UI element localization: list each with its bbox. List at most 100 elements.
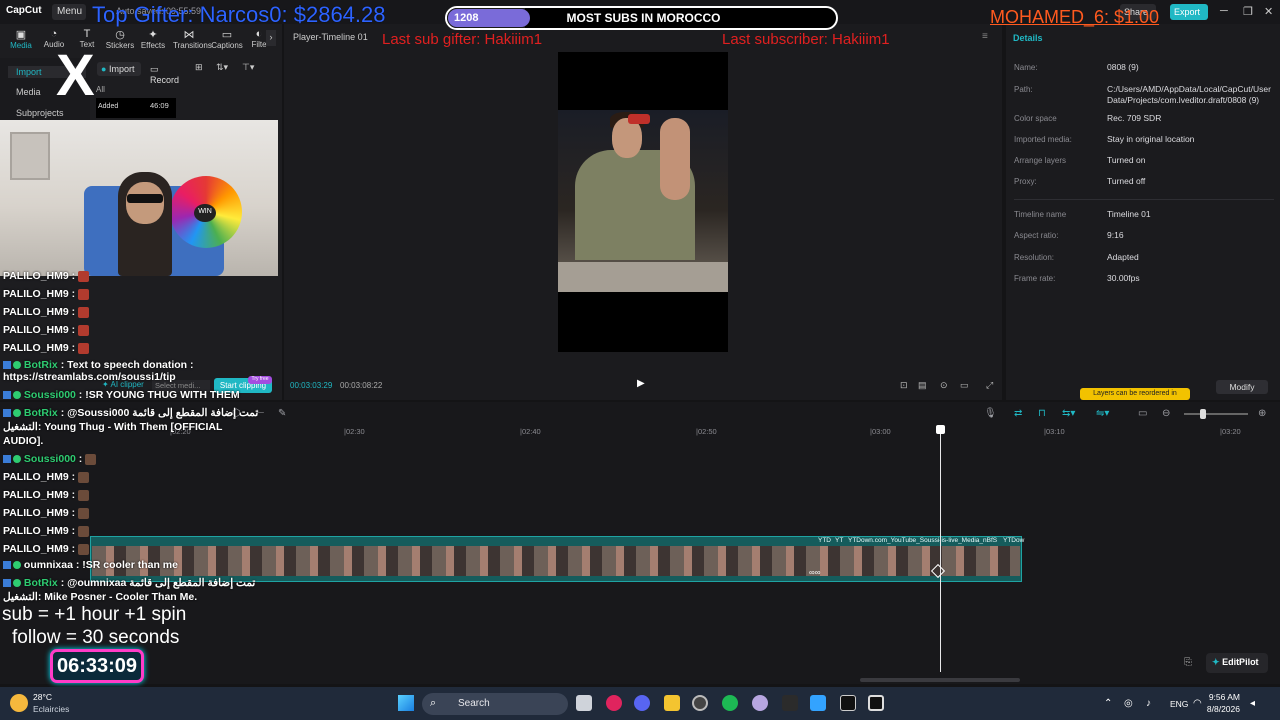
clip-label: YTDown.com_YouTube_Soussi-is-live_Media_… bbox=[848, 537, 998, 544]
emote-icon bbox=[78, 306, 90, 318]
language-indicator[interactable]: ENG bbox=[1170, 699, 1188, 709]
sidebar-item-media[interactable]: Media bbox=[16, 87, 41, 97]
snapshot-icon[interactable]: ⊙ bbox=[940, 380, 948, 391]
status-dot-icon bbox=[13, 409, 21, 418]
capcut-active-icon[interactable] bbox=[868, 695, 884, 711]
windows-start-icon[interactable] bbox=[398, 695, 414, 711]
maximize-icon[interactable]: ❐ bbox=[1243, 5, 1253, 18]
play-icon[interactable]: ▶ bbox=[637, 378, 645, 389]
caption-icon[interactable]: ▭ bbox=[1138, 408, 1147, 419]
filter-all[interactable]: All bbox=[96, 85, 105, 94]
taskbar-search[interactable]: Search bbox=[422, 693, 568, 715]
menu-button[interactable]: Menu bbox=[52, 4, 86, 20]
chat-username: PALILO_HM9 bbox=[3, 525, 69, 537]
chat-text: : bbox=[71, 471, 76, 483]
volume-icon[interactable]: ◂ bbox=[1250, 698, 1255, 709]
video-bottle bbox=[628, 114, 650, 124]
ruler-tick: |03:00 bbox=[870, 427, 891, 436]
tray-chevron-icon[interactable]: ⌃ bbox=[1104, 698, 1112, 709]
tab-effects[interactable]: ✦ Effects bbox=[137, 28, 169, 50]
chat-text: التشغيل: Young Thug - With Them [OFFICIA… bbox=[3, 421, 223, 433]
clock-date[interactable]: 8/8/2026 bbox=[1200, 704, 1240, 714]
capcut-icon[interactable] bbox=[840, 695, 856, 711]
zoom-out-icon[interactable]: ⊖ bbox=[1162, 408, 1170, 419]
badge-icon bbox=[3, 561, 11, 570]
app-icon[interactable] bbox=[752, 695, 768, 711]
chat-username: BotRix bbox=[23, 359, 58, 371]
tab-captions[interactable]: ▭ Captions bbox=[211, 28, 243, 50]
tray-app-icon[interactable]: ◎ bbox=[1124, 698, 1133, 709]
chat-username: BotRix bbox=[23, 577, 58, 589]
app-icon-2[interactable] bbox=[810, 695, 826, 711]
status-dot-icon bbox=[13, 455, 21, 464]
tray-mic-icon[interactable]: ♪ bbox=[1146, 698, 1151, 709]
import-button[interactable]: ● Import bbox=[97, 62, 141, 76]
text-icon: T bbox=[83, 28, 91, 40]
grid-view-icon[interactable]: ⊞ bbox=[195, 62, 203, 73]
tab-media[interactable]: ▣ Media bbox=[5, 28, 37, 50]
zoom-in-icon[interactable]: ⊕ bbox=[1258, 408, 1266, 419]
task-view-icon[interactable] bbox=[576, 695, 592, 711]
fullscreen-compare-icon[interactable]: ⊡ bbox=[900, 380, 908, 391]
aspect-icon[interactable]: ▭ bbox=[960, 380, 969, 391]
tab-stickers[interactable]: ◷ Stickers bbox=[104, 28, 136, 50]
zoom-slider-handle[interactable] bbox=[1200, 409, 1206, 419]
close-icon[interactable]: ✕ bbox=[1264, 5, 1273, 18]
chat-text: : bbox=[71, 507, 76, 519]
record-icon: ▭ bbox=[150, 64, 159, 74]
chat-username: Soussi000 bbox=[23, 389, 76, 401]
weather-temp[interactable]: 28°C bbox=[33, 692, 52, 702]
timeline-scrollbar[interactable] bbox=[860, 678, 1020, 682]
discord-icon[interactable] bbox=[634, 695, 650, 711]
webcam-window bbox=[10, 132, 50, 180]
emote-icon bbox=[85, 453, 97, 465]
status-dot-icon bbox=[13, 391, 21, 400]
chat-message: PALILO_HM9 : bbox=[3, 471, 90, 483]
file-explorer-icon[interactable] bbox=[664, 695, 680, 711]
weather-desc[interactable]: Eclaircies bbox=[33, 704, 69, 714]
preview-axis-icon[interactable]: ⇋▾ bbox=[1096, 408, 1109, 419]
chat-message: PALILO_HM9 : bbox=[3, 324, 90, 336]
fullscreen-icon[interactable]: ⤢ bbox=[986, 380, 993, 391]
minimize-icon[interactable]: ─ bbox=[1220, 5, 1228, 17]
spin-wheel-hub: WIN bbox=[194, 204, 216, 222]
emote-icon bbox=[78, 543, 90, 555]
chat-text: : @Soussi000 تمت إضافة المقطع إلى قائمة bbox=[60, 407, 259, 419]
clip-label: YT bbox=[835, 537, 844, 544]
obs-icon[interactable] bbox=[692, 695, 708, 711]
modify-button[interactable]: Modify bbox=[1216, 380, 1268, 394]
clock-time[interactable]: 9:56 AM bbox=[1208, 692, 1240, 702]
player-menu-icon[interactable]: ≡ bbox=[982, 31, 988, 42]
opera-icon[interactable] bbox=[606, 695, 622, 711]
emote-icon bbox=[78, 525, 90, 537]
record-button[interactable]: ▭ Record bbox=[148, 62, 188, 85]
detail-key: Aspect ratio: bbox=[1014, 231, 1059, 240]
snap-icon[interactable]: ⇆▾ bbox=[1062, 408, 1075, 419]
sub-goal-bar: 1208 MOST SUBS IN MOROCCO bbox=[445, 6, 838, 30]
export-button[interactable]: Export bbox=[1170, 4, 1208, 20]
spotify-icon[interactable] bbox=[722, 695, 738, 711]
status-dot-icon bbox=[13, 561, 21, 570]
media-icon: ▣ bbox=[15, 29, 27, 41]
ratio-icon[interactable]: ▤ bbox=[918, 380, 927, 391]
chevron-right-icon[interactable]: › bbox=[266, 30, 276, 46]
terminal-icon[interactable] bbox=[782, 695, 798, 711]
weather-sun-icon[interactable] bbox=[10, 694, 28, 712]
edit-icon[interactable]: ⎘ bbox=[1184, 657, 1192, 668]
effects-icon: ✦ bbox=[148, 29, 158, 41]
chat-text: : !SR YOUNG THUG WITH THEM bbox=[78, 389, 240, 401]
editpilot-button[interactable]: ✦ EditPilot bbox=[1206, 653, 1268, 673]
sidebar-item-subprojects[interactable]: Subprojects bbox=[16, 108, 64, 118]
detail-value: 9:16 bbox=[1107, 230, 1124, 240]
tab-transitions[interactable]: ⋈ Transitions bbox=[173, 28, 212, 50]
video-arm bbox=[660, 118, 690, 200]
magnet-icon[interactable]: ⊓ bbox=[1038, 408, 1046, 419]
playhead[interactable] bbox=[940, 428, 941, 672]
zoom-slider[interactable] bbox=[1184, 413, 1248, 415]
microphone-icon[interactable]: 🎙 bbox=[984, 408, 997, 419]
chat-message: التشغيل: Young Thug - With Them [OFFICIA… bbox=[3, 421, 222, 433]
filter-icon[interactable]: ⊤▾ bbox=[242, 62, 254, 73]
link-icon[interactable]: ⇄ bbox=[1014, 408, 1022, 419]
playhead-handle[interactable] bbox=[936, 425, 945, 434]
sort-icon[interactable]: ⇅▾ bbox=[216, 62, 228, 73]
